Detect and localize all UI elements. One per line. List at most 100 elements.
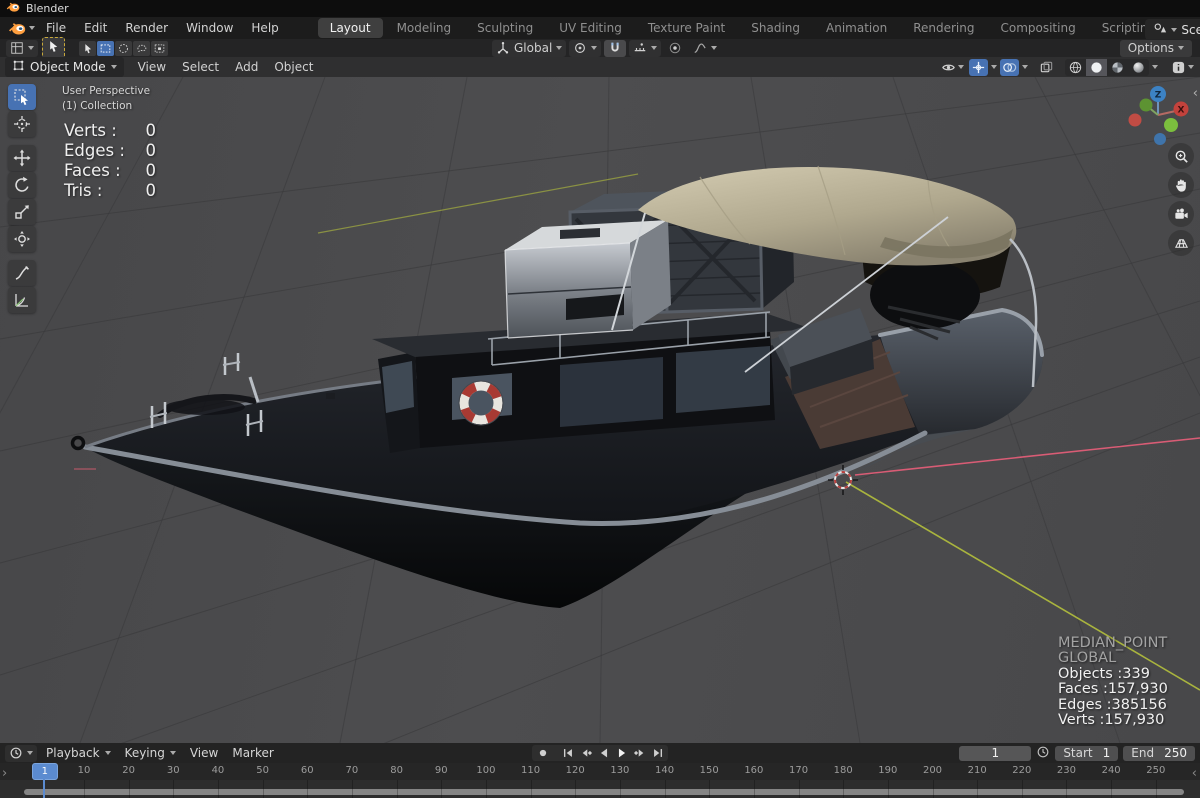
timeline-editor[interactable]: Playback Keying View Marker 1 Start 1 End 250… xyxy=(0,743,1200,798)
timeline-track-area[interactable] xyxy=(0,780,1200,798)
menu-help[interactable]: Help xyxy=(242,19,287,37)
timeline-expand-arrow[interactable]: › xyxy=(2,766,7,781)
play-button[interactable] xyxy=(613,746,630,761)
falloff-dropdown[interactable] xyxy=(689,40,721,57)
show-gizmo-toggle[interactable] xyxy=(969,58,988,76)
play-reverse-button[interactable] xyxy=(595,746,612,761)
viewport-menu-add[interactable]: Add xyxy=(227,58,266,76)
viewport-menu-select[interactable]: Select xyxy=(174,58,227,76)
tool-select-box-button[interactable] xyxy=(8,84,36,110)
ruler-tick-50: 50 xyxy=(256,765,269,776)
stat-row-edges-: Edges : 0 xyxy=(64,141,156,161)
shading-solid-button[interactable] xyxy=(1086,58,1107,76)
menu-render[interactable]: Render xyxy=(116,19,177,37)
mode-select-circle-button[interactable] xyxy=(115,40,132,56)
gizmo-dropdown[interactable] xyxy=(991,65,997,69)
shading-material-button[interactable] xyxy=(1107,59,1128,76)
show-overlays-toggle[interactable] xyxy=(1000,58,1019,76)
timeline-menu-playback[interactable]: Playback xyxy=(39,744,118,762)
mode-label: Object Mode xyxy=(30,60,106,74)
viewport-info-dropdown[interactable] xyxy=(1169,59,1196,76)
menu-window[interactable]: Window xyxy=(177,19,242,37)
tool-annotate-button[interactable] xyxy=(8,260,36,286)
pivot-overlay-stat: Verts :157,930 xyxy=(1058,712,1165,729)
tool-measure-button[interactable] xyxy=(8,287,36,313)
frame-gridline xyxy=(798,780,800,798)
tool-rotate-button[interactable] xyxy=(8,172,36,198)
overlays-dropdown[interactable] xyxy=(1022,65,1028,69)
viewport-header: Object Mode View Select Add Object xyxy=(0,57,1200,78)
tool-scale-button[interactable] xyxy=(8,199,36,225)
orthographic-toggle-button[interactable] xyxy=(1168,230,1194,256)
tab-animation[interactable]: Animation xyxy=(814,18,899,38)
timeline-ruler[interactable]: › ‹ 10 20 30 40 50 60 70 80 90 100 110 120 130 140 150… xyxy=(0,763,1200,781)
ruler-tick-90: 90 xyxy=(434,765,448,776)
frame-gridline xyxy=(396,780,398,798)
stat-row-tris-: Tris : 0 xyxy=(64,181,156,201)
viewport-menu-object[interactable]: Object xyxy=(266,58,321,76)
mode-select-paint-button[interactable] xyxy=(151,40,168,56)
current-frame-field[interactable]: 1 xyxy=(959,745,1032,761)
3d-viewport[interactable]: User Perspective (1) Collection Verts : 0… xyxy=(0,77,1200,743)
editor-type-button[interactable] xyxy=(6,39,38,57)
tab-texture-paint[interactable]: Texture Paint xyxy=(636,18,737,38)
mode-tweak-button[interactable] xyxy=(79,40,96,56)
tool-move-button[interactable] xyxy=(8,145,36,171)
tool-separator xyxy=(8,253,36,259)
tab-modeling[interactable]: Modeling xyxy=(385,18,464,38)
stat-row-faces-: Faces : 0 xyxy=(64,161,156,181)
end-frame-field[interactable]: End 250 xyxy=(1123,745,1195,761)
scene-selector[interactable]: Scene xyxy=(1145,19,1200,39)
start-frame-field[interactable]: Start 1 xyxy=(1055,745,1119,761)
pivot-point-dropdown[interactable] xyxy=(569,39,602,57)
shading-wireframe-button[interactable] xyxy=(1065,59,1086,76)
jump-last-button[interactable] xyxy=(649,746,666,761)
visibility-filter-dropdown[interactable] xyxy=(939,59,966,76)
timeline-collapse-arrow[interactable]: ‹ xyxy=(1192,766,1197,781)
timeline-scrollbar[interactable] xyxy=(24,789,1184,795)
transform-orientation-dropdown[interactable]: Global xyxy=(492,39,567,57)
stat-row-verts-: Verts : 0 xyxy=(64,121,156,141)
mode-selector[interactable]: Object Mode xyxy=(5,57,124,77)
tab-shading[interactable]: Shading xyxy=(739,18,812,38)
playhead-line[interactable] xyxy=(42,778,45,798)
tab-rendering[interactable]: Rendering xyxy=(901,18,986,38)
next-keyframe-button[interactable] xyxy=(631,746,648,761)
tab-uv-editing[interactable]: UV Editing xyxy=(547,18,634,38)
viewport-menus: View Select Add Object xyxy=(130,58,322,76)
tab-compositing[interactable]: Compositing xyxy=(988,18,1087,38)
menu-edit[interactable]: Edit xyxy=(75,19,116,37)
tab-sculpting[interactable]: Sculpting xyxy=(465,18,545,38)
pan-hand-button[interactable] xyxy=(1168,172,1194,198)
timeline-menu-marker[interactable]: Marker xyxy=(225,744,280,762)
auto-keying-clock-icon[interactable] xyxy=(1036,745,1050,762)
shading-dropdown[interactable] xyxy=(1152,65,1158,69)
proportional-edit-toggle[interactable] xyxy=(664,40,686,57)
snap-target-dropdown[interactable] xyxy=(629,39,662,57)
timeline-menu-keying[interactable]: Keying xyxy=(118,744,183,762)
timeline-editor-type-button[interactable] xyxy=(5,744,37,762)
zoom-button[interactable] xyxy=(1168,143,1194,169)
record-button[interactable] xyxy=(534,746,551,761)
camera-view-button[interactable] xyxy=(1168,201,1194,227)
timeline-menu-view[interactable]: View xyxy=(183,744,225,762)
mode-select-box-button[interactable] xyxy=(97,40,114,56)
boat-model xyxy=(70,165,1044,608)
tool-transform-button[interactable] xyxy=(8,226,36,252)
viewport-menu-view[interactable]: View xyxy=(130,58,174,76)
options-dropdown[interactable]: Options xyxy=(1119,39,1192,57)
tool-cursor-button[interactable] xyxy=(8,111,36,137)
shading-rendered-button[interactable] xyxy=(1128,59,1149,76)
active-tool-indicator[interactable] xyxy=(42,37,65,59)
sidebar-collapse-arrow[interactable]: ‹ xyxy=(1193,86,1198,101)
menu-file[interactable]: File xyxy=(37,19,75,37)
frame-gridline xyxy=(843,780,845,798)
snap-toggle[interactable] xyxy=(604,39,627,57)
prev-keyframe-button[interactable] xyxy=(577,746,594,761)
jump-first-button[interactable] xyxy=(559,746,576,761)
xray-toggle[interactable] xyxy=(1037,59,1056,76)
mode-select-lasso-button[interactable] xyxy=(133,40,150,56)
blender-logo-icon[interactable] xyxy=(8,21,35,36)
tab-layout[interactable]: Layout xyxy=(317,18,383,38)
playhead[interactable]: 1 xyxy=(31,763,58,780)
